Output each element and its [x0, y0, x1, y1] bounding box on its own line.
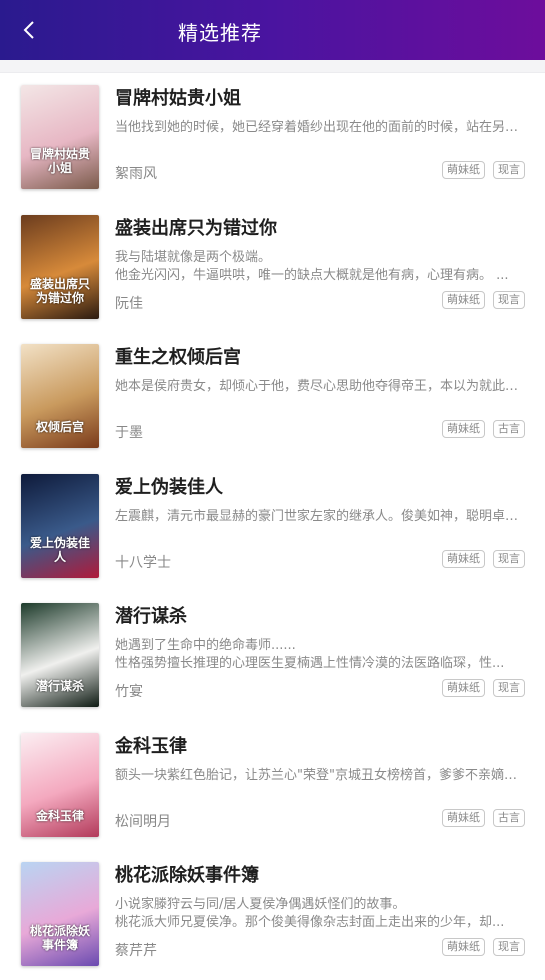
list-item[interactable]: 爱上伪装佳人 爱上伪装佳人 左震麒，清元市最显赫的豪门世家左家的继承人。俊美如神…	[0, 462, 545, 592]
book-cover[interactable]: 冒牌村姑贵小姐	[21, 85, 99, 189]
book-list: 冒牌村姑贵小姐 冒牌村姑贵小姐 当他找到她的时候，她已经穿着婚纱出现在他的面前的…	[0, 73, 545, 980]
book-title[interactable]: 爱上伪装佳人	[115, 476, 223, 500]
description-line: 左震麒，清元市最显赫的豪门世家左家的继承人。俊美如神，聪明卓绝。 ...	[115, 508, 521, 524]
genre-tag: 古言	[493, 808, 525, 827]
description-line: 我与陆堪就像是两个极端。	[115, 249, 272, 265]
book-title[interactable]: 重生之权倾后宫	[115, 346, 241, 370]
genre-tag: 现言	[493, 938, 525, 956]
list-item[interactable]: 权倾后宫 重生之权倾后宫 她本是侯府贵女，却倾心于他，费尽心思助他夺得帝王，本以…	[0, 332, 545, 462]
list-item[interactable]: 桃花派除妖事件簿 桃花派除妖事件簿 小说家滕狩云与同/居人夏侯净偶遇妖怪们的故事…	[0, 850, 545, 980]
genre-tag: 现言	[493, 161, 525, 179]
description-line: 当他找到她的时候，她已经穿着婚纱出现在他的面前的时候，站在另一个男人的旁边，留下…	[115, 120, 521, 135]
genre-tag: 现言	[493, 290, 525, 309]
cover-title: 盛装出席只为错过你	[29, 276, 90, 305]
book-cover[interactable]: 潜行谋杀	[21, 603, 99, 707]
genre-tag: 萌妹纸	[442, 938, 485, 956]
book-title[interactable]: 盛装出席只为错过你	[115, 217, 277, 241]
book-cover[interactable]: 爱上伪装佳人	[21, 473, 99, 578]
book-author: 松间明月	[115, 813, 171, 830]
cover-title: 爱上伪装佳人	[29, 535, 90, 564]
cover-title: 权倾后宫	[35, 420, 84, 434]
cover-title: 桃花派除妖事件簿	[29, 924, 90, 952]
tag-group: 萌妹纸 现言	[442, 679, 525, 697]
list-item[interactable]: 盛装出席只为错过你 盛装出席只为错过你 我与陆堪就像是两个极端。他金光闪闪，牛逼…	[0, 203, 545, 333]
tag-group: 萌妹纸 古言	[442, 420, 525, 438]
list-item[interactable]: 金科玉律 金科玉律 额头一块紫红色胎记，让苏兰心"荣登"京城丑女榜榜首，爹爹不亲…	[0, 721, 545, 851]
list-item[interactable]: 潜行谋杀 潜行谋杀 她遇到了生命中的绝命毒师...... 性格强势擅长推理的心理医…	[0, 591, 545, 721]
genre-tag: 萌妹纸	[442, 420, 485, 438]
book-description: 她遇到了生命中的绝命毒师...... 性格强势擅长推理的心理医生夏楠遇上性情冷漠的…	[115, 637, 521, 673]
tag-group: 萌妹纸 现言	[442, 161, 525, 179]
tag-group: 萌妹纸 古言	[442, 808, 525, 827]
tag-group: 萌妹纸 现言	[442, 938, 525, 956]
description-line: 额头一块紫红色胎记，让苏兰心"荣登"京城丑女榜榜首，爹爹不亲嫡母不爱，妥妥就是被…	[115, 767, 521, 783]
description-line: 他金光闪闪，牛逼哄哄，唯一的缺点大概就是他有病，心理有病。 ...	[115, 267, 509, 283]
header-divider	[0, 60, 545, 73]
description-line: 小说家滕狩云与同/居人夏侯净偶遇妖怪们的故事。	[115, 897, 406, 912]
book-description: 我与陆堪就像是两个极端。他金光闪闪，牛逼哄哄，唯一的缺点大概就是他有病，心理有病…	[115, 249, 521, 285]
genre-tag: 萌妹纸	[442, 679, 485, 697]
list-item[interactable]: 冒牌村姑贵小姐 冒牌村姑贵小姐 当他找到她的时候，她已经穿着婚纱出现在他的面前的…	[0, 73, 545, 203]
book-title[interactable]: 桃花派除妖事件簿	[115, 864, 259, 888]
genre-tag: 萌妹纸	[442, 808, 485, 827]
book-author: 十八学士	[115, 554, 171, 571]
page-title: 精选推荐	[178, 21, 262, 45]
genre-tag: 古言	[493, 420, 525, 438]
genre-tag: 萌妹纸	[442, 290, 485, 309]
book-author: 竹宴	[115, 684, 143, 700]
genre-tag: 萌妹纸	[442, 161, 485, 179]
book-author: 阮佳	[115, 295, 143, 312]
book-author: 于墨	[115, 425, 143, 441]
header-bar: 精选推荐	[0, 0, 545, 60]
book-title[interactable]: 冒牌村姑贵小姐	[115, 87, 241, 111]
description-line: 她本是侯府贵女，却倾心于他，费尽心思助他夺得帝王，本以为就此凤凰于飞，荣宠一生。…	[115, 379, 521, 394]
book-cover[interactable]: 盛装出席只为错过你	[21, 214, 99, 319]
book-author: 蔡芹芹	[115, 943, 157, 959]
book-description: 当他找到她的时候，她已经穿着婚纱出现在他的面前的时候，站在另一个男人的旁边，留下…	[115, 119, 521, 137]
book-description: 小说家滕狩云与同/居人夏侯净偶遇妖怪们的故事。桃花派大师兄夏侯净。那个俊美得像杂…	[115, 896, 521, 932]
book-cover[interactable]: 金科玉律	[21, 732, 99, 837]
book-description: 她本是侯府贵女，却倾心于他，费尽心思助他夺得帝王，本以为就此凤凰于飞，荣宠一生。…	[115, 378, 521, 396]
description-line: 桃花派大师兄夏侯净。那个俊美得像杂志封面上走出来的少年，却...	[115, 915, 505, 930]
genre-tag: 现言	[493, 679, 525, 697]
cover-title: 金科玉律	[35, 808, 84, 823]
description-line: 性格强势擅长推理的心理医生夏楠遇上性情冷漠的法医路临琛，性...	[115, 656, 505, 671]
book-description: 额头一块紫红色胎记，让苏兰心"荣登"京城丑女榜榜首，爹爹不亲嫡母不爱，妥妥就是被…	[115, 767, 521, 785]
book-title[interactable]: 金科玉律	[115, 735, 187, 759]
book-description: 左震麒，清元市最显赫的豪门世家左家的继承人。俊美如神，聪明卓绝。 ...	[115, 508, 521, 526]
book-author: 絮雨风	[115, 166, 157, 182]
book-title[interactable]: 潜行谋杀	[115, 605, 187, 629]
genre-tag: 现言	[493, 549, 525, 568]
description-line: 她遇到了生命中的绝命毒师......	[115, 638, 296, 653]
genre-tag: 萌妹纸	[442, 549, 485, 568]
tag-group: 萌妹纸 现言	[442, 549, 525, 568]
cover-title: 冒牌村姑贵小姐	[29, 147, 90, 175]
book-cover[interactable]: 权倾后宫	[21, 344, 99, 448]
tag-group: 萌妹纸 现言	[442, 290, 525, 309]
cover-title: 潜行谋杀	[35, 679, 84, 693]
book-cover[interactable]: 桃花派除妖事件簿	[21, 862, 99, 966]
